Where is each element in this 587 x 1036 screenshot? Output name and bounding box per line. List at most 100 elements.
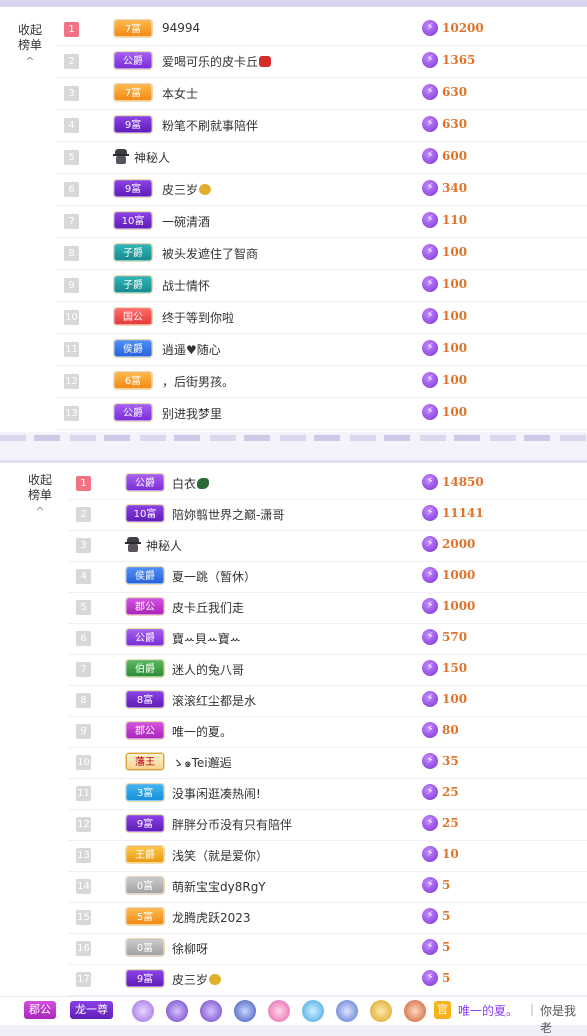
username[interactable]: 唯一的夏。 — [172, 723, 232, 740]
rank-row[interactable]: 15 5富 龙腾虎跃2023 ⚡ 5 — [68, 901, 587, 934]
username-text: 浅笑（就是爱你） — [172, 849, 269, 863]
username-text: 皮卡丘我们走 — [172, 601, 245, 615]
rank-row[interactable]: 3 7富 本女士 ⚡ 630 — [56, 77, 587, 110]
rank-row[interactable]: 16 0富 徐柳呀 ⚡ 5 — [68, 932, 587, 965]
username[interactable]: 神秘人 — [134, 149, 170, 166]
username[interactable]: 龙腾虎跃2023 — [172, 909, 251, 926]
rank-row[interactable]: 5 神秘人 ⚡ 600 — [56, 141, 587, 174]
collapse-rank-toggle[interactable]: 收起 榜单 ^ — [22, 473, 58, 519]
rank-badge: 10富 — [126, 505, 164, 522]
medal-icon — [234, 1000, 256, 1022]
username[interactable]: 神秘人 — [146, 537, 182, 554]
username[interactable]: 浅笑（就是爱你） — [172, 847, 268, 864]
rank-row[interactable]: 10 国公 终于等到你啦 ⚡ 100 — [56, 301, 587, 334]
rank-row[interactable]: 1 公爵 白衣 ⚡ 14850 — [68, 467, 587, 500]
username[interactable]: 滚滚红尘都是水 — [172, 692, 256, 709]
username[interactable]: 徐柳呀 — [172, 940, 208, 957]
collapse-rank-toggle[interactable]: 收起 榜单 ^ — [12, 23, 48, 69]
rank-row[interactable]: 3 神秘人 ⚡ 2000 — [68, 529, 587, 562]
lightning-coin-icon: ⚡ — [422, 536, 438, 552]
username[interactable]: 战士情怀 — [162, 277, 210, 294]
rank-badge: 8富 — [126, 691, 164, 708]
rank-number: 10 — [64, 310, 79, 325]
bag-emoji-icon — [209, 974, 222, 985]
rank-row[interactable]: 7 伯爵 迷人的兔八哥 ⚡ 150 — [68, 653, 587, 686]
rank-row[interactable]: 6 9富 皮三岁 ⚡ 340 — [56, 173, 587, 206]
chat-username[interactable]: 唯一的夏。 — [458, 1002, 518, 1019]
rank-row[interactable]: 14 0富 萌新宝宝dy8RgY ⚡ 5 — [68, 870, 587, 903]
username[interactable]: 萌新宝宝dy8RgY — [172, 878, 266, 895]
username[interactable]: 陪妳翦世界之巅-潇哥 — [172, 506, 284, 523]
username[interactable]: ，后街男孩。 — [162, 373, 234, 390]
mystery-user-icon — [125, 536, 141, 552]
rank-number: 6 — [76, 631, 91, 646]
username-text: 迷人的兔八哥 — [172, 663, 245, 677]
rank-row[interactable]: 8 子爵 被头发遮住了智商 ⚡ 100 — [56, 237, 587, 270]
chevron-up-icon[interactable]: ^ — [12, 54, 48, 69]
username[interactable]: 皮三岁 — [172, 971, 222, 988]
rank-row[interactable]: 17 9富 皮三岁 ⚡ 5 — [68, 963, 587, 996]
username[interactable]: 被头发遮住了智商 — [162, 245, 258, 262]
lightning-coin-icon: ⚡ — [422, 846, 438, 862]
rank-row[interactable]: 9 郡公 唯一的夏。 ⚡ 80 — [68, 715, 587, 748]
username-text: 胖胖分币没有只有陪伴 — [172, 818, 293, 832]
rank-row[interactable]: 2 10富 陪妳翦世界之巅-潇哥 ⚡ 11141 — [68, 498, 587, 531]
rank-number: 10 — [76, 755, 91, 770]
username-text: 白衣 — [172, 477, 197, 491]
rank-row[interactable]: 4 9富 粉笔不刷就事陪伴 ⚡ 630 — [56, 109, 587, 142]
username[interactable]: ゝ๑Tei邂逅 — [172, 754, 232, 773]
lightning-coin-icon: ⚡ — [422, 691, 438, 707]
username[interactable]: 逍遥♥随心 — [162, 341, 221, 358]
rank-row[interactable]: 11 侯爵 逍遥♥随心 ⚡ 100 — [56, 333, 587, 366]
rank-row[interactable]: 7 10富 一碗清酒 ⚡ 110 — [56, 205, 587, 238]
rank-row[interactable]: 13 公爵 别进我梦里 ⚡ 100 — [56, 397, 587, 430]
contribution-score: 100 — [442, 692, 468, 706]
username[interactable]: 寶ꕀ貝ꕀ寶ꕀ — [172, 630, 241, 647]
username[interactable]: 夏一跳（暂休） — [172, 568, 256, 585]
contribution-score: 1000 — [442, 599, 476, 613]
rank-number: 6 — [64, 182, 79, 197]
rank-badge: 10富 — [114, 212, 152, 229]
rank-row[interactable]: 2 公爵 爱喝可乐的皮卡丘 ⚡ 1365 — [56, 45, 587, 78]
rank-row[interactable]: 1 7富 94994 ⚡ 10200 — [56, 13, 587, 46]
rank-row[interactable]: 13 王爵 浅笑（就是爱你） ⚡ 10 — [68, 839, 587, 872]
lightning-coin-icon: ⚡ — [422, 970, 438, 986]
rank-row[interactable]: 9 子爵 战士情怀 ⚡ 100 — [56, 269, 587, 302]
rank-row[interactable]: 12 6富 ，后街男孩。 ⚡ 100 — [56, 365, 587, 398]
username[interactable]: 粉笔不刷就事陪伴 — [162, 117, 258, 134]
rank-row[interactable]: 12 9富 胖胖分币没有只有陪伴 ⚡ 25 — [68, 808, 587, 841]
username[interactable]: 终于等到你啦 — [162, 309, 234, 326]
username[interactable]: 胖胖分币没有只有陪伴 — [172, 816, 292, 833]
username[interactable]: 白衣 — [172, 475, 210, 492]
rank-row[interactable]: 8 8富 滚滚红尘都是水 ⚡ 100 — [68, 684, 587, 717]
username[interactable]: 迷人的兔八哥 — [172, 661, 244, 678]
lightning-coin-icon: ⚡ — [422, 474, 438, 490]
rank-number: 5 — [64, 150, 79, 165]
rank-number: 11 — [64, 342, 79, 357]
rank-row[interactable]: 4 侯爵 夏一跳（暂休） ⚡ 1000 — [68, 560, 587, 593]
contribution-score: 10 — [442, 847, 459, 861]
username[interactable]: 皮卡丘我们走 — [172, 599, 244, 616]
rank-badge: 子爵 — [114, 276, 152, 293]
username[interactable]: 94994 — [162, 21, 200, 35]
chevron-up-icon[interactable]: ^ — [22, 504, 58, 519]
rank-row[interactable]: 6 公爵 寶ꕀ貝ꕀ寶ꕀ ⚡ 570 — [68, 622, 587, 655]
rank-row[interactable]: 5 郡公 皮卡丘我们走 ⚡ 1000 — [68, 591, 587, 624]
rank-badge: 6富 — [114, 372, 152, 389]
username[interactable]: 一碗清酒 — [162, 213, 210, 230]
username[interactable]: 皮三岁 — [162, 181, 212, 198]
rank-number: 14 — [76, 879, 91, 894]
rank-number: 13 — [64, 406, 79, 421]
lightning-coin-icon: ⚡ — [422, 784, 438, 800]
username[interactable]: 本女士 — [162, 85, 198, 102]
username[interactable]: 没事闲逛凑热闹! — [172, 785, 261, 802]
rank-row[interactable]: 10 藩王 ゝ๑Tei邂逅 ⚡ 35 — [68, 746, 587, 779]
username[interactable]: 爱喝可乐的皮卡丘 — [162, 53, 272, 70]
rank-row[interactable]: 11 3富 没事闲逛凑热闹! ⚡ 25 — [68, 777, 587, 810]
contribution-score: 5 — [442, 940, 451, 954]
rank-number: 13 — [76, 848, 91, 863]
rank-number: 1 — [64, 22, 79, 37]
rank-number: 7 — [76, 662, 91, 677]
username[interactable]: 别进我梦里 — [162, 405, 222, 422]
contribution-score: 100 — [442, 277, 468, 291]
